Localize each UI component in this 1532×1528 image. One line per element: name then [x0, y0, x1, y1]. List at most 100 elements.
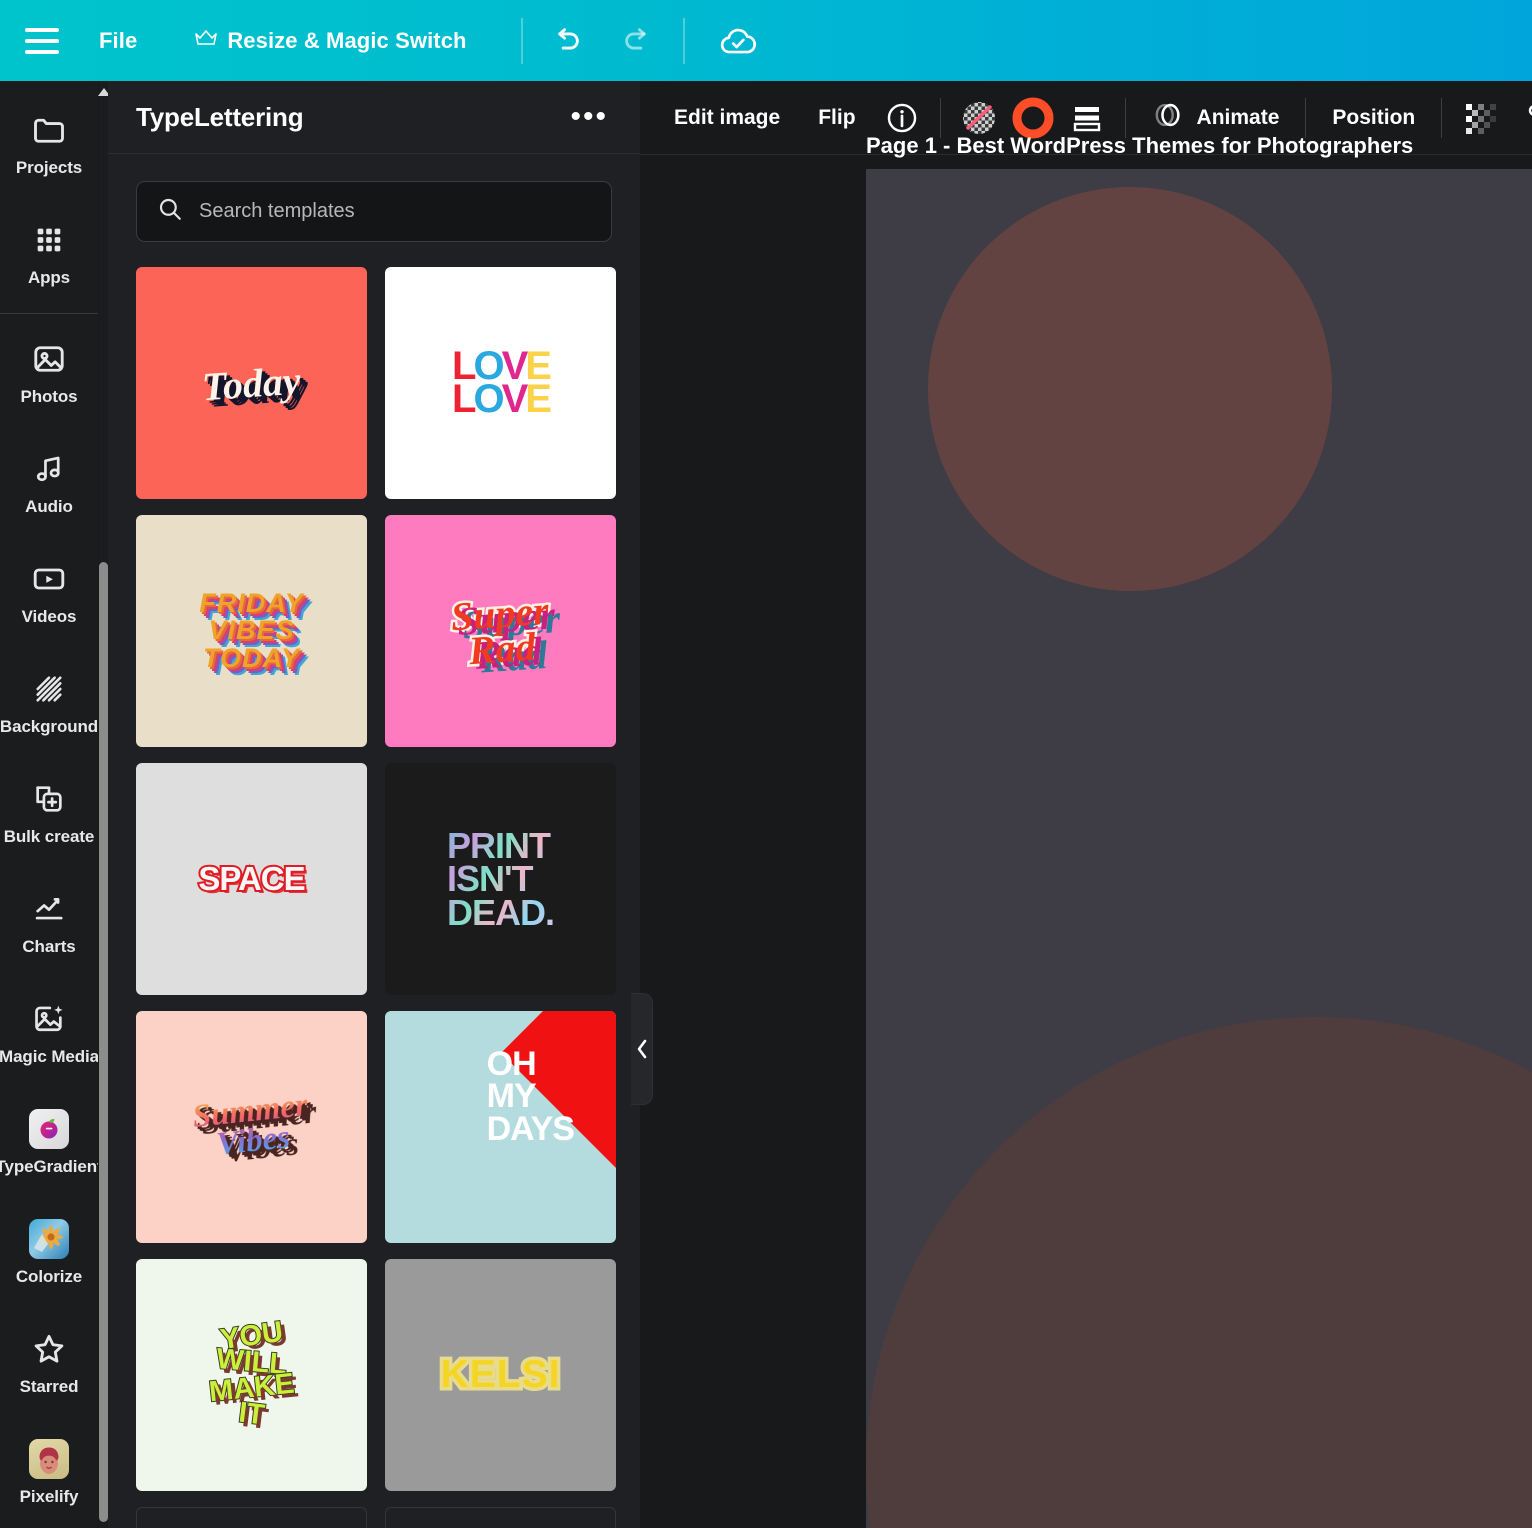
canvas-area: Edit image Flip Animate Position Page 1 … [631, 81, 1532, 1528]
video-play-icon [31, 560, 67, 598]
sidebar-item-videos[interactable]: Videos [0, 538, 98, 648]
template-thumbnail[interactable]: Today [136, 267, 367, 499]
sidebar-item-label: Colorize [15, 1266, 83, 1286]
template-thumbnail[interactable] [385, 1507, 616, 1528]
template-text: FRIDAY VIBES TODAY [199, 587, 304, 673]
search-icon [157, 196, 183, 227]
flip-button[interactable]: Flip [804, 95, 869, 141]
search-templates-box[interactable] [136, 181, 612, 242]
left-sidebar: Projects Apps Photos Audio Videos Backgroun… [0, 81, 98, 1528]
sidebar-item-audio[interactable]: Audio [0, 428, 98, 538]
toolbar-divider-1 [520, 17, 523, 64]
saved-status-button[interactable] [711, 14, 765, 68]
checker-pattern-icon [1466, 103, 1497, 134]
template-text: Super Rad [446, 585, 552, 676]
line-chart-icon [32, 890, 66, 928]
template-thumbnail[interactable]: LOVE LOVE [385, 267, 616, 499]
sidebar-item-label: Magic Media [0, 1046, 98, 1066]
sidebar-item-label: Videos [21, 606, 77, 626]
template-thumbnail[interactable]: Super Rad [385, 515, 616, 747]
sidebar-item-label: TypeGradient [0, 1156, 98, 1176]
template-text: KELSI [437, 1350, 563, 1400]
resize-magic-switch-button[interactable]: Resize & Magic Switch [177, 18, 484, 64]
copy-plus-icon [32, 780, 66, 818]
sidebar-item-label: Audio [25, 496, 73, 516]
template-thumbnail[interactable]: OH MY DAYS [385, 1011, 616, 1243]
template-thumbnail[interactable]: YOU WILL MAKE IT [136, 1259, 367, 1491]
resize-magic-switch-label: Resize & Magic Switch [227, 27, 467, 53]
sidebar-item-colorize[interactable]: Colorize [0, 1198, 98, 1308]
template-thumbnail[interactable]: KELSI [385, 1259, 616, 1491]
object-toolbar-divider-3 [1305, 97, 1307, 138]
sidebar-item-typegradient[interactable]: TypeGradient [0, 1088, 98, 1198]
template-thumbnail[interactable]: Summer Vibes [136, 1011, 367, 1243]
edit-image-label: Edit image [674, 105, 781, 129]
design-canvas[interactable] [866, 169, 1532, 1528]
template-thumbnail[interactable] [136, 1507, 367, 1528]
cloud-check-icon [720, 28, 756, 53]
edit-image-button[interactable]: Edit image [660, 95, 794, 141]
sidebar-item-label: Projects [15, 157, 83, 177]
music-note-icon [32, 450, 66, 488]
undo-button[interactable] [539, 14, 593, 68]
undo-icon [557, 27, 579, 49]
page-title-label: Page 1 - Best WordPress Themes for Photo… [866, 133, 1414, 158]
sidebar-item-photos[interactable]: Photos [0, 318, 98, 428]
magic-image-icon [32, 1000, 66, 1038]
sidebar-item-label: Apps [27, 267, 71, 287]
panel-header: TypeLettering ••• [108, 81, 640, 154]
object-toolbar-divider-2 [1124, 97, 1126, 138]
hamburger-icon[interactable] [25, 27, 59, 54]
colorize-app-icon [29, 1218, 69, 1259]
sidebar-scrollbar-thumb[interactable] [99, 562, 108, 1522]
sidebar-item-bulk-create[interactable]: Bulk create [0, 758, 98, 868]
checker-pattern-button[interactable] [1454, 92, 1506, 144]
photo-icon [31, 340, 67, 378]
panel-collapse-button[interactable] [631, 993, 653, 1105]
object-toolbar-divider-1 [939, 97, 941, 138]
grid-apps-icon [32, 221, 66, 259]
animate-icon [1152, 98, 1186, 138]
templates-panel: TypeLettering ••• Today LOVELOVE FRIDAYV… [108, 81, 640, 1528]
template-thumbnail[interactable]: SPACE [136, 763, 367, 995]
flip-label: Flip [818, 105, 856, 129]
more-options-icon[interactable]: ••• [566, 102, 612, 132]
canvas-circle-shape[interactable] [928, 187, 1332, 591]
sidebar-item-label: Charts [22, 936, 76, 956]
file-menu-button[interactable]: File [81, 18, 155, 64]
search-input[interactable] [199, 200, 591, 223]
file-menu-label: File [99, 27, 138, 53]
redo-button[interactable] [611, 14, 665, 68]
sidebar-item-magic-media[interactable]: Magic Media [0, 978, 98, 1088]
sidebar-item-charts[interactable]: Charts [0, 868, 98, 978]
template-art: OH MY DAYS [385, 1011, 616, 1243]
sidebar-item-pixelify[interactable]: Pixelify [0, 1418, 98, 1528]
sidebar-item-apps[interactable]: Apps [0, 199, 98, 309]
typegradient-app-icon [29, 1108, 69, 1149]
template-thumbnail[interactable]: FRIDAY VIBES TODAY [136, 515, 367, 747]
object-toolbar-divider-4 [1441, 97, 1443, 138]
template-text: SPACE [196, 858, 307, 899]
diagonal-stripes-icon [32, 670, 66, 708]
template-thumbnail[interactable]: PRINT ISN'T DEAD. [385, 763, 616, 995]
sidebar-item-starred[interactable]: Starred [0, 1308, 98, 1418]
panel-title: TypeLettering [136, 101, 304, 132]
template-text: YOU WILL MAKE IT [206, 1315, 296, 1433]
chevron-left-icon [637, 1039, 646, 1059]
template-text: Today [200, 357, 303, 409]
canvas-blob-shape[interactable] [866, 1017, 1532, 1528]
template-text: Summer Vibes [191, 1087, 312, 1162]
folder-icon [31, 111, 67, 149]
pixelify-app-icon [29, 1438, 69, 1479]
paint-roller-button[interactable] [1516, 92, 1532, 144]
sidebar-item-background[interactable]: Background [0, 648, 98, 758]
sidebar-item-label: Background [0, 716, 98, 736]
sidebar-divider [0, 313, 98, 314]
sidebar-item-label: Photos [20, 386, 78, 406]
spacing-lines-icon [1073, 106, 1100, 131]
template-text: PRINT ISN'T DEAD. [446, 825, 555, 933]
sidebar-item-projects[interactable]: Projects [0, 89, 98, 199]
template-text: OH MY DAYS [486, 1045, 575, 1148]
sidebar-item-label: Bulk create [3, 826, 95, 846]
redo-icon [624, 27, 646, 49]
